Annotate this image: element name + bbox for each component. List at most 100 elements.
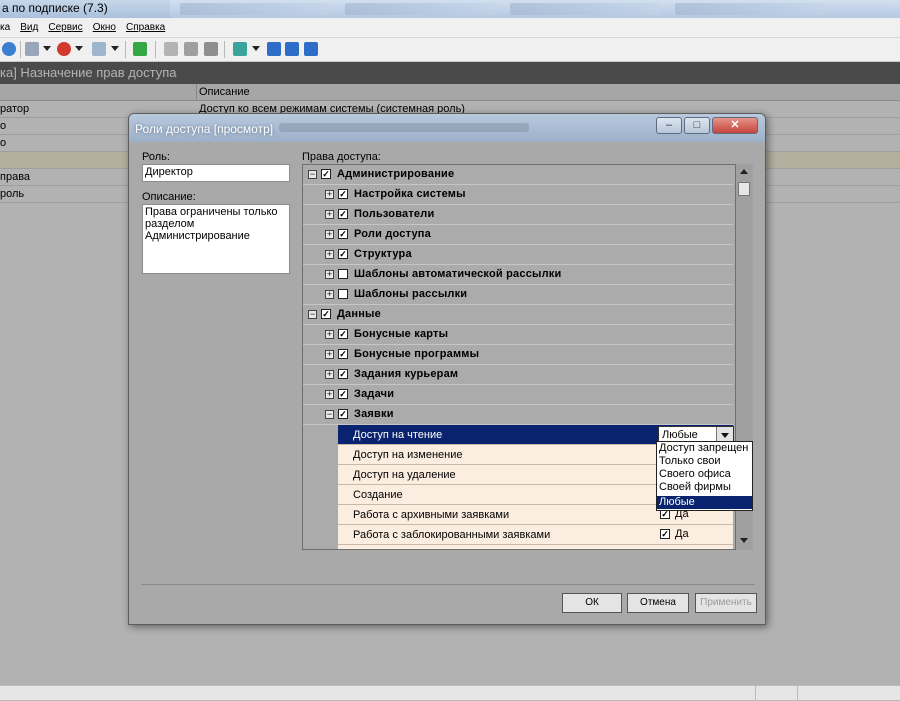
tree-node-label: Шаблоны автоматической рассылки <box>354 268 562 280</box>
tree-node[interactable]: + ✓ Задачи <box>303 385 733 405</box>
save-icon[interactable] <box>204 42 218 56</box>
checkbox-checked[interactable]: ✓ <box>338 229 348 239</box>
tree-node-label: Шаблоны рассылки <box>354 288 468 300</box>
checkbox-unchecked[interactable] <box>338 289 348 299</box>
checkbox-checked[interactable]: ✓ <box>338 329 348 339</box>
expand-icon[interactable]: + <box>325 290 334 299</box>
expand-icon[interactable]: + <box>325 390 334 399</box>
tree-node[interactable]: + ✓ Роли доступа <box>303 225 733 245</box>
expand-icon[interactable]: + <box>325 270 334 279</box>
dropdown-option[interactable]: Своего офиса <box>657 468 752 481</box>
menu-view[interactable]: Вид <box>20 22 38 33</box>
upload-icon[interactable] <box>285 42 299 56</box>
cancel-button[interactable]: Отмена <box>627 593 689 613</box>
permission-row-partial[interactable] <box>338 545 733 549</box>
tree-node-data[interactable]: − ✓ Данные <box>303 305 733 325</box>
close-button[interactable]: ✕ <box>712 117 758 134</box>
scroll-down-icon[interactable] <box>740 538 748 543</box>
checkbox-checked[interactable]: ✓ <box>338 349 348 359</box>
background-tab[interactable] <box>510 3 660 15</box>
checkbox-checked[interactable]: ✓ <box>321 309 331 319</box>
apply-button[interactable]: Применить <box>695 593 757 613</box>
collapse-icon[interactable]: − <box>325 410 334 419</box>
refresh-icon[interactable] <box>2 42 16 56</box>
window-title: а по подписке (7.3) <box>2 1 108 15</box>
menu-window[interactable]: Окно <box>93 22 116 33</box>
tree-node-administration[interactable]: − ✓ Администрирование <box>303 165 733 185</box>
dialog-title-bar[interactable]: Роли доступа [просмотр] – □ ✕ <box>129 114 765 142</box>
collapse-icon[interactable]: − <box>308 170 317 179</box>
dropdown-option[interactable]: Только свои <box>657 455 752 468</box>
role-field[interactable]: Директор <box>142 164 290 182</box>
maximize-button[interactable]: □ <box>684 117 710 134</box>
checkbox-unchecked[interactable] <box>338 269 348 279</box>
color-icon[interactable] <box>57 42 71 56</box>
scroll-up-icon[interactable] <box>740 169 748 174</box>
checkbox-checked[interactable]: ✓ <box>338 369 348 379</box>
tree-node[interactable]: + ✓ Бонусные программы <box>303 345 733 365</box>
chevron-down-icon[interactable] <box>111 46 119 51</box>
expand-icon[interactable]: + <box>325 370 334 379</box>
description-line: Права ограничены только <box>145 206 278 218</box>
menu-service[interactable]: Сервис <box>48 22 82 33</box>
expand-icon[interactable]: + <box>325 190 334 199</box>
dropdown-option[interactable]: Доступ запрещен <box>657 442 752 455</box>
chevron-down-icon[interactable] <box>252 46 260 51</box>
checkbox-checked[interactable]: ✓ <box>338 209 348 219</box>
tree-node-label: Задачи <box>354 388 395 400</box>
dropdown-option-selected[interactable]: Любые <box>657 496 752 509</box>
tree-node[interactable]: + ✓ Структура <box>303 245 733 265</box>
expand-icon[interactable]: + <box>325 350 334 359</box>
expand-icon[interactable]: + <box>325 250 334 259</box>
tree-node[interactable]: + ✓ Бонусные карты <box>303 325 733 345</box>
menu-file[interactable]: ка <box>0 22 10 33</box>
expand-icon[interactable]: + <box>325 230 334 239</box>
print-icon[interactable] <box>25 42 39 56</box>
permission-label: Создание <box>353 489 403 501</box>
tree-node[interactable]: + Шаблоны рассылки <box>303 285 733 305</box>
tree-node[interactable]: + ✓ Настройка системы <box>303 185 733 205</box>
checkbox-checked[interactable]: ✓ <box>338 189 348 199</box>
collapse-icon[interactable]: − <box>308 310 317 319</box>
window-icon[interactable] <box>92 42 106 56</box>
ok-button[interactable]: ОК <box>562 593 622 613</box>
tree-node-label: Структура <box>354 248 412 260</box>
expand-icon[interactable]: + <box>325 330 334 339</box>
chevron-down-icon[interactable] <box>75 46 83 51</box>
checkbox-checked[interactable]: ✓ <box>338 389 348 399</box>
checkbox-checked[interactable]: ✓ <box>321 169 331 179</box>
role-label: Роль: <box>142 151 170 163</box>
scroll-thumb[interactable] <box>738 182 750 196</box>
description-line: Администрирование <box>145 230 250 242</box>
permission-label: Доступ на изменение <box>353 449 463 461</box>
tree-node-requests[interactable]: − ✓ Заявки <box>303 405 733 425</box>
copy-icon[interactable] <box>184 42 198 56</box>
menu-help[interactable]: Справка <box>126 22 165 33</box>
dropdown-option[interactable]: Своей фирмы <box>657 481 752 494</box>
menu-bar: ка Вид Сервис Окно Справка <box>0 18 900 38</box>
description-label: Описание: <box>142 191 196 203</box>
toolbar-separator <box>20 41 21 58</box>
background-tab[interactable] <box>675 3 825 15</box>
checkbox-checked[interactable]: ✓ <box>338 249 348 259</box>
settings-icon[interactable] <box>304 42 318 56</box>
tree-node[interactable]: + Шаблоны автоматической рассылки <box>303 265 733 285</box>
minimize-button[interactable]: – <box>656 117 682 134</box>
description-field[interactable]: Права ограничены только разделом Админис… <box>142 204 290 274</box>
browser-tab-strip <box>170 0 900 18</box>
chevron-down-icon[interactable] <box>43 46 51 51</box>
tree-node[interactable]: + ✓ Задания курьерам <box>303 365 733 385</box>
background-tab[interactable] <box>345 3 495 15</box>
expand-icon[interactable]: + <box>325 210 334 219</box>
read-access-dropdown-list[interactable]: Доступ запрещен Только свои Своего офиса… <box>656 441 753 511</box>
filter-icon[interactable] <box>233 42 247 56</box>
tree-node[interactable]: + ✓ Пользователи <box>303 205 733 225</box>
background-tab[interactable] <box>180 3 330 15</box>
checkbox-checked[interactable]: ✓ <box>660 529 670 539</box>
checkbox-checked[interactable]: ✓ <box>338 409 348 419</box>
ghost-text <box>279 123 529 132</box>
green-action-icon[interactable] <box>133 42 147 56</box>
permission-row[interactable]: Работа с заблокированными заявками ✓ Да <box>338 525 733 545</box>
move-icon[interactable] <box>164 42 178 56</box>
download-icon[interactable] <box>267 42 281 56</box>
